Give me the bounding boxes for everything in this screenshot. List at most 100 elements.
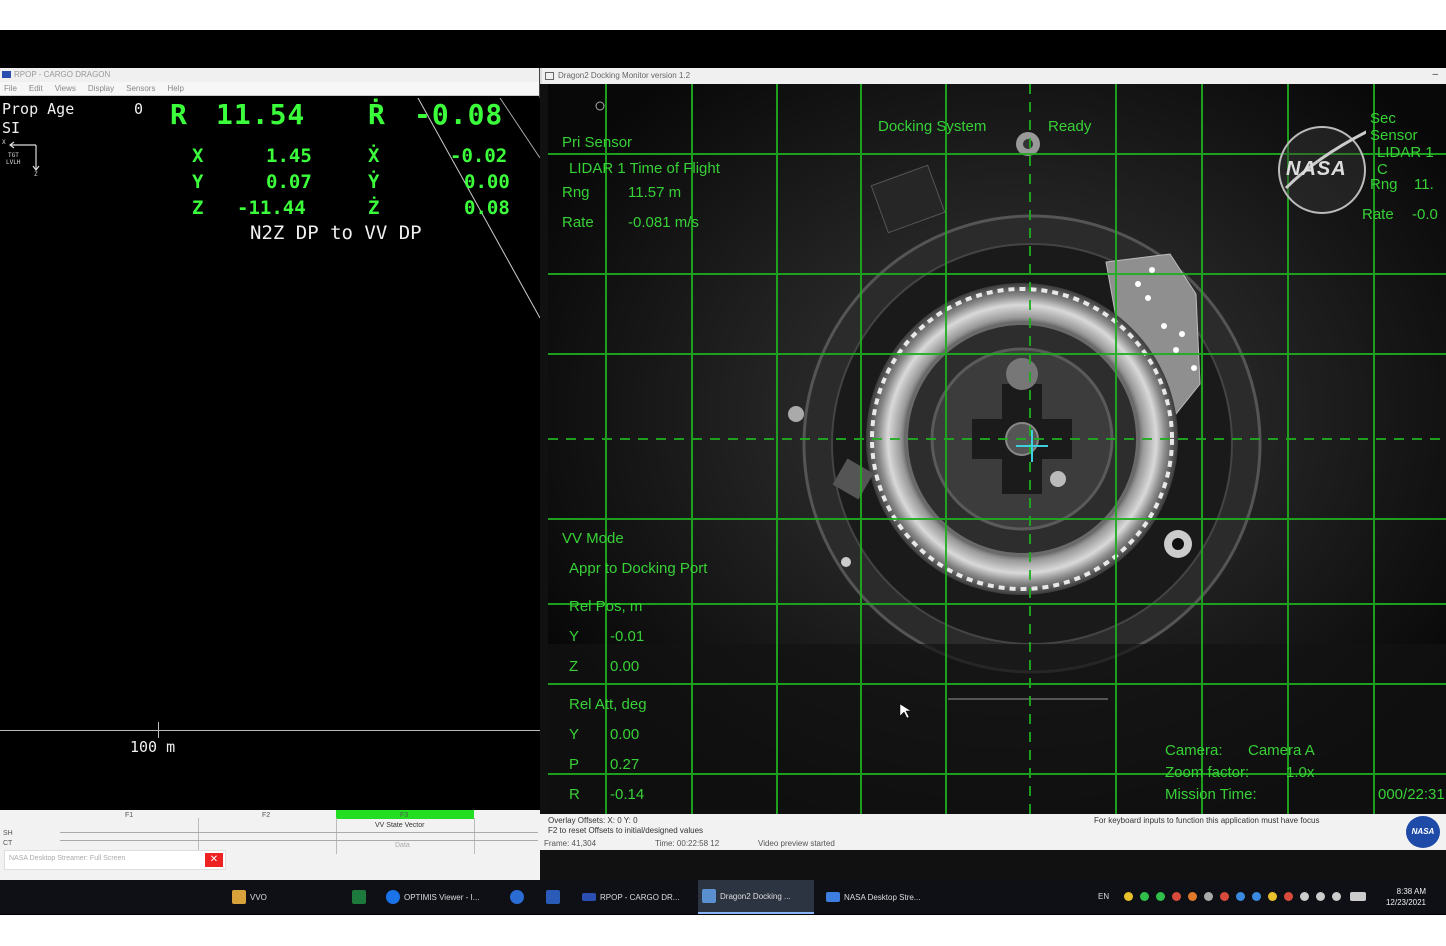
camera-feed[interactable]: Docking System Ready Pri Sensor LIDAR 1 … <box>548 84 1446 814</box>
f3-sub-label[interactable]: VV State Vector <box>375 822 424 829</box>
system-clock[interactable]: 8:38 AM 12/23/2021 <box>1386 886 1426 908</box>
tray-icon[interactable] <box>1172 892 1181 901</box>
docking-monitor-titlebar[interactable]: Dragon2 Docking Monitor version 1.2 – <box>540 68 1446 84</box>
f1-key[interactable]: F1 <box>125 812 133 819</box>
camera-label: Camera: <box>1165 742 1223 759</box>
vel-z-label: Ż <box>368 197 380 219</box>
prop-age-label: Prop Age <box>2 100 75 118</box>
sh-label: SH <box>3 830 13 837</box>
docking-system-status: Ready <box>1048 118 1092 135</box>
keyboard-icon[interactable] <box>1350 892 1366 901</box>
taskbar-item-globe[interactable] <box>506 880 528 914</box>
scale-bar <box>0 730 540 731</box>
vv-mode-value: Appr to Docking Port <box>569 560 708 577</box>
close-icon[interactable]: ✕ <box>205 853 223 867</box>
docking-system-label: Docking System <box>878 118 987 135</box>
mission-time-label: Mission Time: <box>1165 786 1257 803</box>
excel-icon <box>352 890 366 904</box>
rpop-plot-area[interactable]: Prop Age 0 SI X TGT LVLH Z R 11.54 Ṙ -0.… <box>0 98 540 810</box>
rel-att-r-label: R <box>569 786 580 803</box>
rpop-icon <box>582 893 596 901</box>
camera-value: Camera A <box>1248 742 1315 759</box>
rng-value: 11.57 m <box>628 184 682 201</box>
rel-pos-y-value: -0.01 <box>610 628 645 645</box>
f3-key[interactable]: F3 <box>400 812 408 819</box>
tray-icon[interactable] <box>1124 892 1133 901</box>
sec-rng-value: 11. <box>1414 176 1434 193</box>
rate-value: -0.081 m/s <box>628 214 699 231</box>
rel-pos-z-value: 0.00 <box>610 658 640 675</box>
screen-icon <box>826 892 840 902</box>
sec-rng-label: Rng <box>1370 176 1398 193</box>
frame-counter: Frame: 41,304 <box>544 839 597 848</box>
pri-sensor-label: Pri Sensor <box>562 134 633 151</box>
tray-icon[interactable] <box>1284 892 1293 901</box>
tray-icon[interactable] <box>1156 892 1165 901</box>
vel-z-value: 0.08 <box>464 197 510 219</box>
taskbar-item-vvo[interactable]: VVO <box>228 880 271 914</box>
taskbar-item-rpop[interactable]: RPOP - CARGO DR... <box>578 880 683 914</box>
zoom-label: Zoom factor: <box>1165 764 1250 781</box>
menu-edit[interactable]: Edit <box>29 84 43 93</box>
scale-label: 100 m <box>130 738 176 756</box>
rel-att-label: Rel Att, deg <box>569 696 647 713</box>
sec-sensor-name: LIDAR 1 C <box>1377 144 1434 178</box>
taskbar-item-label: NASA Desktop Stre... <box>844 892 921 902</box>
rpop-titlebar[interactable]: RPOP - CARGO DRAGON <box>0 68 539 82</box>
fkey-rule <box>60 840 538 841</box>
f3-sub-label-2: Data <box>395 842 410 849</box>
fkey-divider <box>336 818 337 854</box>
tray-icon[interactable] <box>1236 892 1245 901</box>
vv-mode-label: VV Mode <box>562 530 624 547</box>
pos-z-value: -11.44 <box>237 197 306 219</box>
rpop-window[interactable]: RPOP - CARGO DRAGON File Edit Views Disp… <box>0 68 540 880</box>
tray-icon[interactable] <box>1188 892 1197 901</box>
taskbar-item-streamer[interactable]: NASA Desktop Stre... <box>822 880 924 914</box>
nasa-badge-icon: NASA <box>1406 816 1440 848</box>
language-indicator[interactable]: EN <box>1098 892 1109 901</box>
tray-icon[interactable] <box>1220 892 1229 901</box>
taskbar-item-excel[interactable] <box>348 880 370 914</box>
menu-views[interactable]: Views <box>55 84 76 93</box>
tray-icon[interactable] <box>1204 892 1213 901</box>
docking-monitor-window[interactable]: Dragon2 Docking Monitor version 1.2 – Do… <box>540 68 1446 880</box>
rel-att-r-value: -0.14 <box>610 786 645 803</box>
pos-y-value: 0.07 <box>266 171 312 193</box>
taskbar-item-word[interactable] <box>542 880 564 914</box>
taskbar-item-label: VVO <box>250 892 267 902</box>
taskbar-item-optimis[interactable]: OPTIMIS Viewer - I... <box>382 880 483 914</box>
rel-pos-label: Rel Pos, m <box>569 598 643 615</box>
rate-label: Rate <box>562 214 594 231</box>
taskbar-item-label: OPTIMIS Viewer - I... <box>404 892 480 902</box>
desktop: RPOP - CARGO DRAGON File Edit Views Disp… <box>0 30 1446 915</box>
ct-label: CT <box>3 840 13 847</box>
menu-display[interactable]: Display <box>88 84 114 93</box>
menu-file[interactable]: File <box>4 84 17 93</box>
tray-icon[interactable] <box>1300 892 1309 901</box>
sec-sensor-label: Sec Sensor <box>1370 110 1418 144</box>
vel-x-value: -0.02 <box>450 145 508 167</box>
notification-text: NASA Desktop Streamer: Full Screen <box>9 855 126 862</box>
focus-hint: For keyboard inputs to function this app… <box>1094 816 1320 825</box>
tray-icon[interactable] <box>1140 892 1149 901</box>
taskbar-item-label: Dragon2 Docking ... <box>720 891 791 901</box>
word-icon <box>546 890 560 904</box>
screen: RPOP - CARGO DRAGON File Edit Views Disp… <box>0 0 1446 946</box>
frame-time: Time: 00:22:58 12 <box>655 839 720 848</box>
minimize-button[interactable]: – <box>1432 69 1438 80</box>
taskbar-item-dragon2[interactable]: Dragon2 Docking ... <box>698 880 814 914</box>
range-rate-label: Ṙ <box>368 98 386 131</box>
folder-icon <box>232 890 246 904</box>
pos-y-label: Y <box>192 171 204 193</box>
video-status: Video preview started <box>758 839 835 848</box>
streamer-notification[interactable]: NASA Desktop Streamer: Full Screen ✕ <box>4 850 226 870</box>
tray-icon[interactable] <box>1268 892 1277 901</box>
sec-rate-label: Rate <box>1362 206 1394 223</box>
tray-icon[interactable] <box>1252 892 1261 901</box>
menu-sensors[interactable]: Sensors <box>126 84 155 93</box>
volume-icon[interactable] <box>1332 892 1341 901</box>
menu-help[interactable]: Help <box>167 84 183 93</box>
scale-bar-tick <box>158 722 159 738</box>
network-icon[interactable] <box>1316 892 1325 901</box>
f2-key[interactable]: F2 <box>262 812 270 819</box>
